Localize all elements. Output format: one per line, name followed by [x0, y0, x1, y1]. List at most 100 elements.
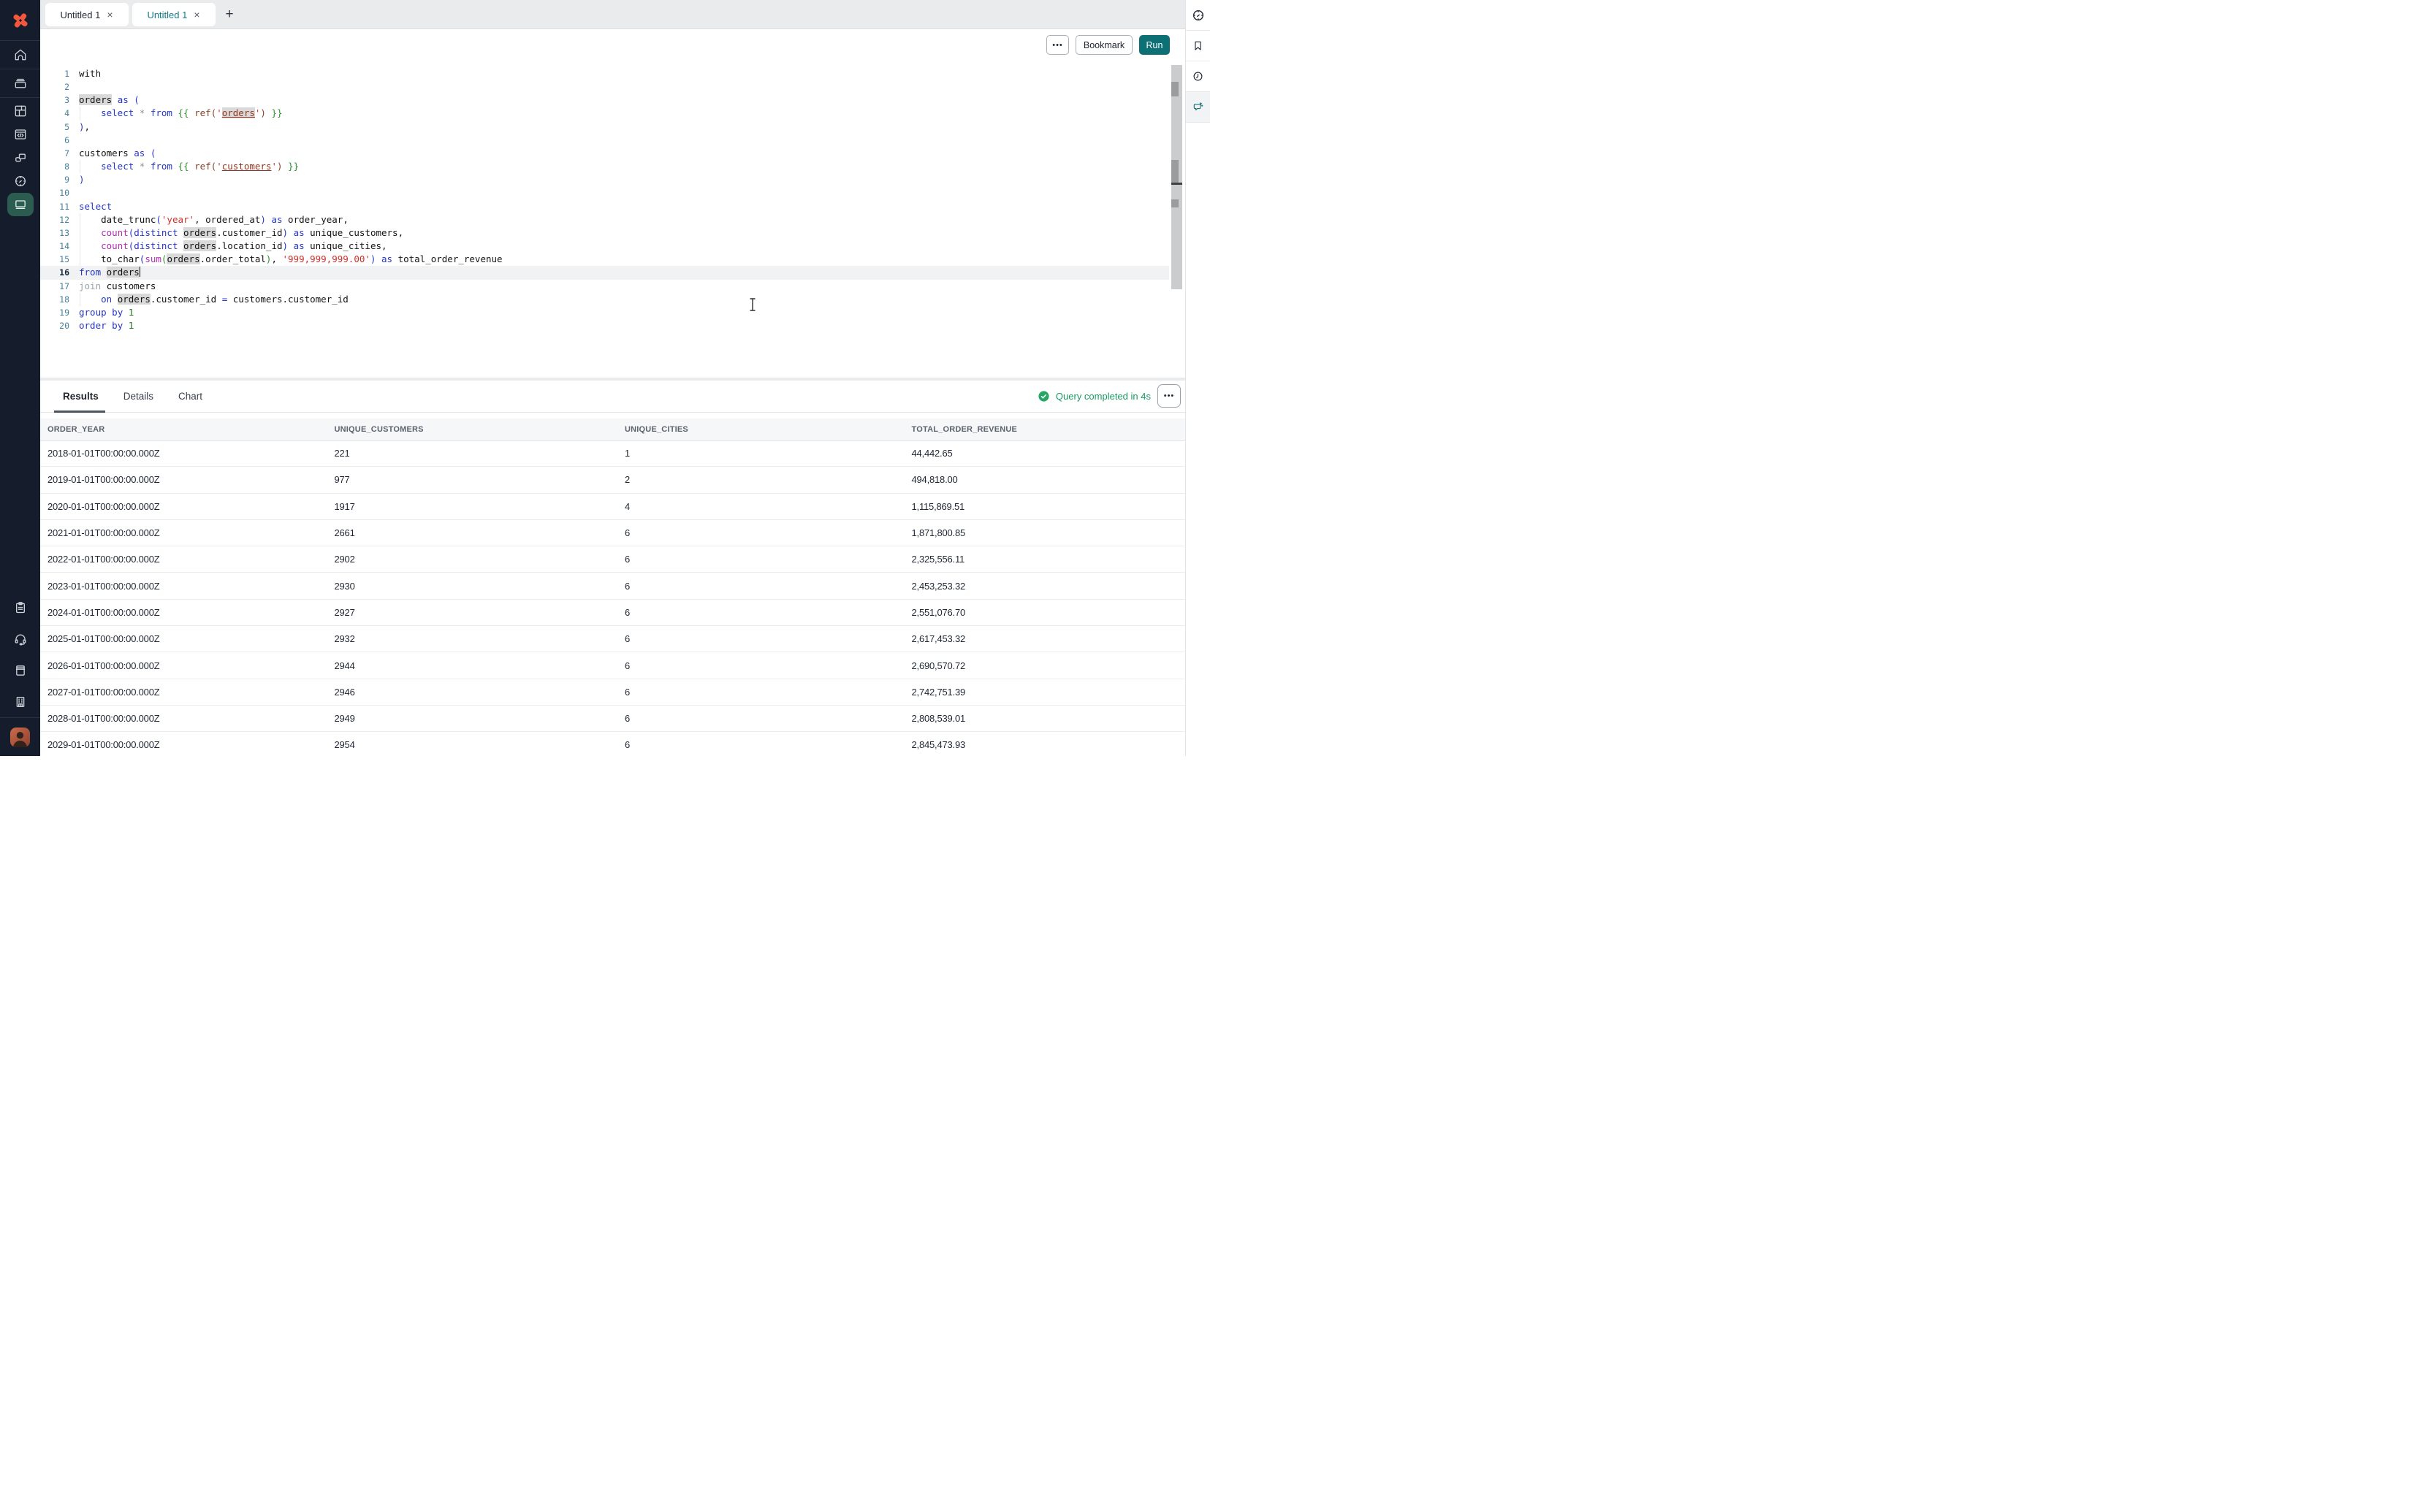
new-tab-button[interactable]: + — [217, 3, 242, 26]
sidebar-item-compass[interactable] — [0, 169, 40, 193]
line-number: 14 — [40, 240, 69, 253]
table-cell: 44,442.65 — [912, 448, 1186, 459]
table-row[interactable]: 2022-01-01T00:00:00.000Z290262,325,556.1… — [40, 546, 1185, 573]
table-row[interactable]: 2026-01-01T00:00:00.000Z294462,690,570.7… — [40, 652, 1185, 679]
code-line-9: 9) — [40, 173, 1169, 186]
tab-results[interactable]: Results — [63, 381, 99, 412]
line-content: select — [79, 200, 112, 213]
table-cell: 6 — [625, 581, 912, 592]
table-cell: 2026-01-01T00:00:00.000Z — [47, 660, 335, 671]
sidebar-item-headset[interactable] — [0, 623, 40, 654]
table-cell: 2,808,539.01 — [912, 713, 1186, 724]
document-tab-2[interactable]: Untitled 1× — [132, 3, 216, 26]
line-content: select * from {{ ref('customers') }} — [79, 160, 299, 173]
more-options-button[interactable]: ••• — [1046, 35, 1069, 55]
scrollbar-thumb[interactable] — [1171, 160, 1179, 183]
table-row[interactable]: 2020-01-01T00:00:00.000Z191741,115,869.5… — [40, 494, 1185, 520]
column-header-order_year[interactable]: ORDER_YEAR — [47, 425, 335, 434]
table-cell: 2,325,556.11 — [912, 554, 1186, 565]
column-header-total_order_revenue[interactable]: TOTAL_ORDER_REVENUE — [912, 425, 1186, 434]
code-line-16: 16from orders — [40, 266, 1169, 279]
code-line-1: 1with — [40, 67, 1169, 80]
sidebar-item-building[interactable] — [0, 686, 40, 717]
column-header-unique_cities[interactable]: UNIQUE_CITIES — [625, 425, 912, 434]
main-area: Untitled 1×Untitled 1×+ ••• Bookmark Run… — [40, 0, 1185, 756]
scrollbar-cursor-mark — [1171, 183, 1182, 185]
table-row[interactable]: 2027-01-01T00:00:00.000Z294662,742,751.3… — [40, 679, 1185, 706]
table-cell: 2,551,076.70 — [912, 607, 1186, 618]
code-line-20: 20order by 1 — [40, 319, 1169, 332]
table-row[interactable]: 2024-01-01T00:00:00.000Z292762,551,076.7… — [40, 600, 1185, 626]
results-tabs: Results Details Chart Query completed in 4… — [40, 381, 1185, 413]
table-cell: 2,690,570.72 — [912, 660, 1186, 671]
sidebar-item-code-window[interactable] — [0, 123, 40, 146]
results-more-button[interactable]: ••• — [1157, 384, 1181, 408]
close-icon[interactable]: × — [107, 9, 113, 20]
table-row[interactable]: 2019-01-01T00:00:00.000Z9772494,818.00 — [40, 467, 1185, 493]
editor-scrollbar[interactable] — [1171, 65, 1182, 289]
sidebar-item-inbox[interactable] — [0, 69, 40, 97]
line-content: order by 1 — [79, 319, 134, 332]
table-cell: 2027-01-01T00:00:00.000Z — [47, 687, 335, 698]
table-cell: 2025-01-01T00:00:00.000Z — [47, 633, 335, 644]
sidebar-bottom-group — [0, 592, 40, 717]
book-icon — [7, 659, 34, 682]
sidebar-main-group — [0, 99, 40, 216]
line-content: ) — [79, 173, 85, 186]
rail-item-bookmark[interactable] — [1186, 31, 1210, 61]
left-sidebar — [0, 0, 40, 756]
line-content: to_char(sum(orders.order_total), '999,99… — [79, 253, 503, 266]
sidebar-item-dashboard[interactable] — [0, 99, 40, 123]
tab-chart[interactable]: Chart — [178, 381, 202, 412]
rail-item-ai-chat[interactable] — [1186, 92, 1210, 123]
sidebar-item-book[interactable] — [0, 654, 40, 686]
line-content: count(distinct orders.customer_id) as un… — [79, 226, 403, 240]
cell-toolbar: ••• Bookmark Run — [40, 29, 1185, 61]
sidebar-top-group — [0, 41, 40, 97]
table-cell: 4 — [625, 501, 912, 512]
table-cell: 2 — [625, 474, 912, 485]
table-row[interactable]: 2018-01-01T00:00:00.000Z221144,442.65 — [40, 440, 1185, 467]
sql-editor[interactable]: 1with23orders as (4 select * from {{ ref… — [40, 61, 1185, 378]
table-cell: 6 — [625, 739, 912, 750]
table-row[interactable]: 2029-01-01T00:00:00.000Z295462,845,473.9… — [40, 732, 1185, 756]
table-row[interactable]: 2021-01-01T00:00:00.000Z266161,871,800.8… — [40, 520, 1185, 546]
bookmark-button[interactable]: Bookmark — [1076, 35, 1133, 55]
code-line-18: 18 on orders.customer_id = customers.cus… — [40, 293, 1169, 306]
query-status: Query completed in 4s — [1038, 381, 1151, 412]
code-line-6: 6 — [40, 134, 1169, 147]
document-tab-1[interactable]: Untitled 1× — [45, 3, 129, 26]
line-number: 5 — [40, 121, 69, 134]
ai-chat-icon — [1192, 101, 1204, 113]
check-circle-icon — [1038, 390, 1050, 402]
sidebar-item-terminal[interactable] — [0, 193, 40, 216]
close-icon[interactable]: × — [194, 9, 199, 20]
sidebar-item-home[interactable] — [0, 41, 40, 69]
code-line-8: 8 select * from {{ ref('customers') }} — [40, 160, 1169, 173]
table-row[interactable]: 2025-01-01T00:00:00.000Z293262,617,453.3… — [40, 626, 1185, 652]
column-header-unique_customers[interactable]: UNIQUE_CUSTOMERS — [335, 425, 625, 434]
tab-details[interactable]: Details — [123, 381, 153, 412]
rail-item-compass[interactable] — [1186, 0, 1210, 31]
line-number: 15 — [40, 253, 69, 266]
line-content: join customers — [79, 280, 156, 293]
table-cell: 6 — [625, 713, 912, 724]
sidebar-item-windows[interactable] — [0, 146, 40, 169]
terminal-icon — [7, 193, 34, 216]
table-row[interactable]: 2023-01-01T00:00:00.000Z293062,453,253.3… — [40, 573, 1185, 599]
app-logo[interactable] — [0, 0, 40, 40]
table-cell: 2946 — [335, 687, 625, 698]
sidebar-item-clipboard[interactable] — [0, 592, 40, 623]
table-row[interactable]: 2028-01-01T00:00:00.000Z294962,808,539.0… — [40, 706, 1185, 732]
line-number: 19 — [40, 306, 69, 319]
table-cell: 2661 — [335, 527, 625, 538]
home-icon — [7, 43, 34, 66]
compass-icon — [1191, 8, 1206, 23]
line-content: orders as ( — [79, 93, 140, 107]
user-avatar[interactable] — [10, 728, 30, 747]
windows-icon — [7, 146, 34, 169]
query-status-text: Query completed in 4s — [1056, 391, 1151, 402]
rail-item-history[interactable] — [1186, 61, 1210, 92]
run-button[interactable]: Run — [1139, 35, 1170, 55]
code-line-13: 13 count(distinct orders.customer_id) as… — [40, 226, 1169, 240]
